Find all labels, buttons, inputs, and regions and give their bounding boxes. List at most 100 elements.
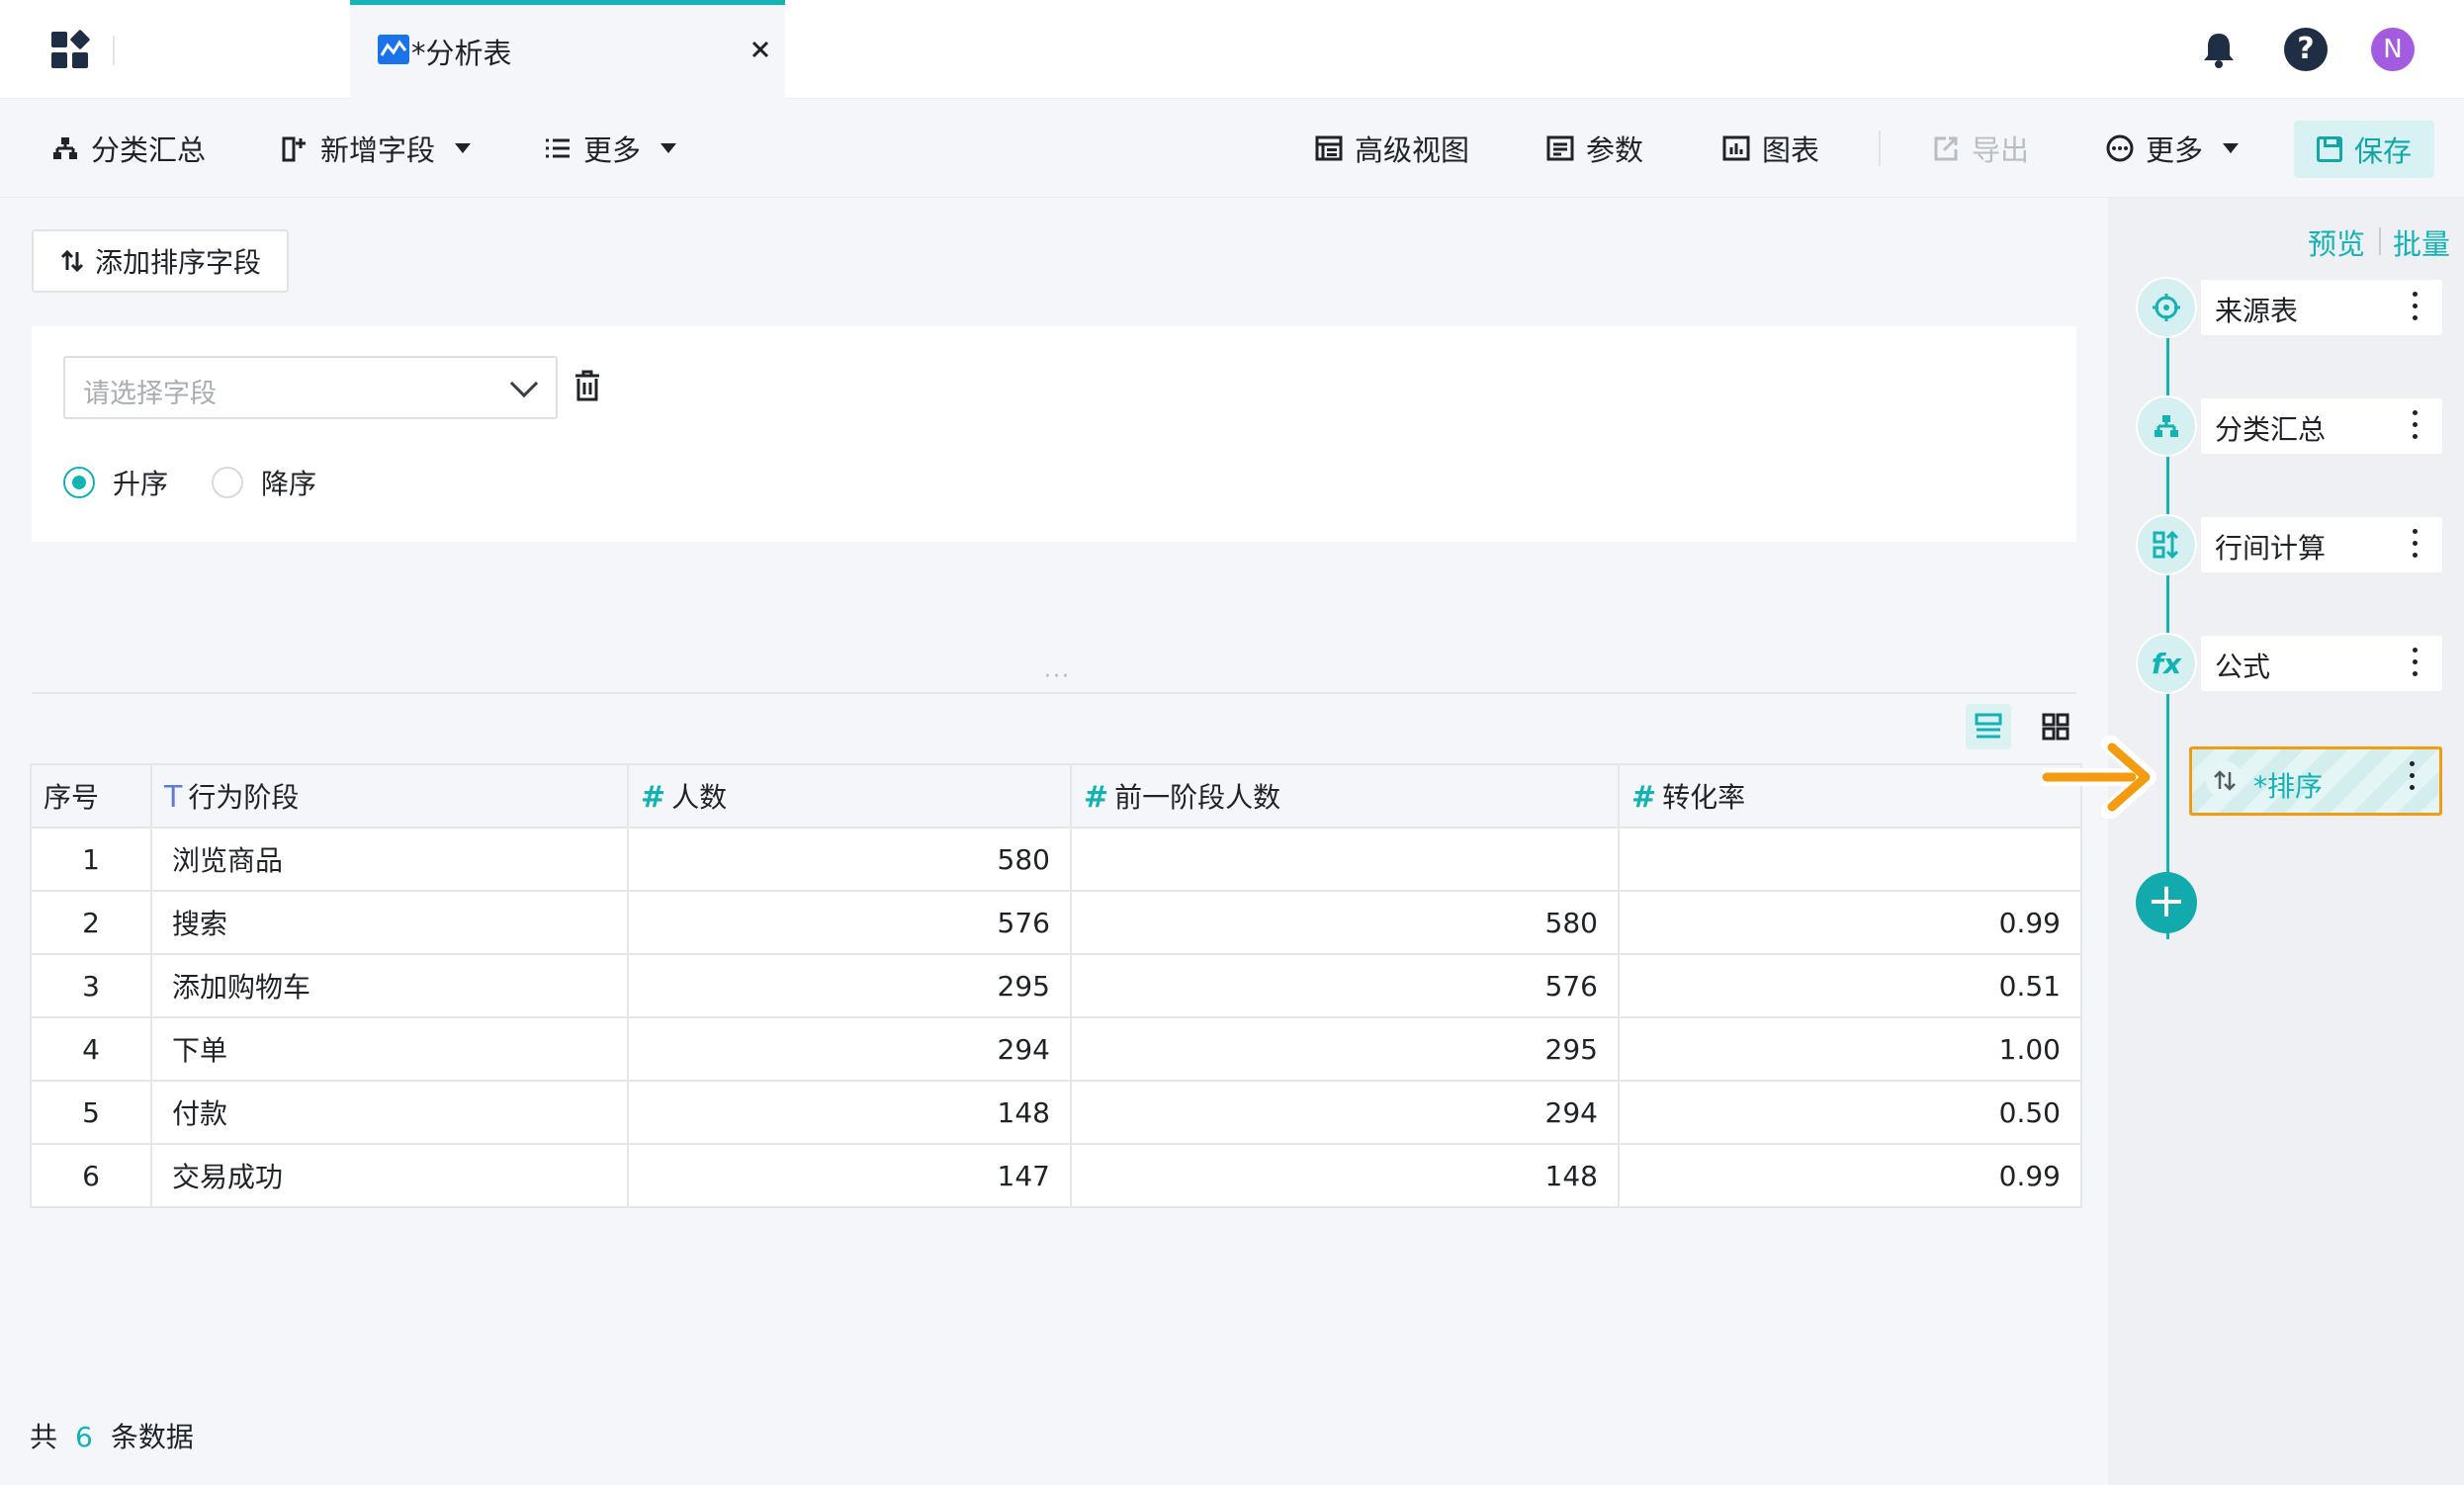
- cell-count: 148: [627, 1080, 1072, 1145]
- add-sort-field-label: 添加排序字段: [94, 246, 261, 279]
- cell-count: 147: [627, 1143, 1072, 1208]
- kebab-menu-icon[interactable]: [2413, 410, 2419, 442]
- app-grid-icon[interactable]: [51, 29, 91, 69]
- cell-count: 295: [627, 953, 1072, 1018]
- table-row: 3 添加购物车 295 576 0.51: [30, 953, 2082, 1018]
- field-select[interactable]: 请选择字段: [63, 356, 558, 419]
- cell-rate: 1.00: [1618, 1016, 2082, 1082]
- column-header-rate[interactable]: # 转化率: [1618, 763, 2082, 829]
- add-step-button[interactable]: +: [2136, 872, 2197, 933]
- kebab-menu-icon[interactable]: [2413, 292, 2419, 323]
- field-select-placeholder: 请选择字段: [83, 379, 217, 409]
- kebab-menu-icon[interactable]: [2413, 529, 2419, 561]
- preview-link[interactable]: 预览: [2308, 221, 2365, 263]
- export-label: 导出: [1972, 133, 2030, 167]
- column-header-stage[interactable]: T 行为阶段: [150, 763, 629, 829]
- column-header-prev-count[interactable]: # 前一阶段人数: [1070, 763, 1620, 829]
- text-type-icon: T: [164, 780, 183, 815]
- panel-divider: [32, 692, 2076, 694]
- cell-index: 4: [30, 1016, 152, 1082]
- list-view-toggle[interactable]: [1966, 704, 2011, 749]
- group-summary-button[interactable]: 分类汇总: [51, 129, 206, 168]
- cell-prev-count: 295: [1070, 1016, 1620, 1082]
- cell-count: 580: [627, 827, 1072, 892]
- table-row: 5 付款 148 294 0.50: [30, 1080, 2082, 1145]
- analysis-chart-icon: [378, 35, 409, 64]
- more-left-dropdown[interactable]: 更多: [544, 129, 677, 168]
- step-label: 来源表: [2215, 295, 2299, 327]
- cell-count: 576: [627, 890, 1072, 955]
- resize-handle[interactable]: ···: [1044, 664, 1071, 689]
- advanced-view-icon: [1315, 134, 1343, 162]
- radio-descending[interactable]: 降序: [212, 463, 316, 502]
- add-field-label: 新增字段: [320, 133, 436, 167]
- params-label: 参数: [1586, 133, 1644, 167]
- export-button[interactable]: 导出: [1932, 129, 2029, 168]
- cell-rate: 0.99: [1618, 890, 2082, 955]
- cell-prev-count: [1070, 827, 1620, 892]
- tab-analysis-table[interactable]: *分析表: [350, 0, 785, 99]
- fx-icon: fx: [2136, 633, 2197, 694]
- list-icon: [544, 134, 572, 162]
- caret-down-icon: [2223, 143, 2240, 153]
- step-label: 分类汇总: [2215, 413, 2327, 446]
- cell-rate: 0.99: [1618, 1143, 2082, 1208]
- cell-prev-count: 148: [1070, 1143, 1620, 1208]
- cell-count: 294: [627, 1016, 1072, 1082]
- batch-link[interactable]: 批量: [2393, 221, 2450, 263]
- record-count-suffix: 条数据: [110, 1421, 194, 1453]
- bell-icon[interactable]: [2197, 28, 2241, 71]
- trash-icon[interactable]: [573, 370, 601, 401]
- chart-button[interactable]: 图表: [1722, 129, 1819, 168]
- cell-rate: 0.51: [1618, 953, 2082, 1018]
- more-right-dropdown[interactable]: 更多: [2106, 129, 2240, 168]
- column-header-rate-label: 转化率: [1662, 781, 1746, 814]
- avatar[interactable]: N: [2371, 28, 2415, 71]
- column-header-prev-count-label: 前一阶段人数: [1114, 781, 1281, 814]
- close-icon[interactable]: [746, 35, 775, 64]
- step-label: *排序: [2253, 770, 2324, 803]
- params-button[interactable]: 参数: [1546, 129, 1643, 168]
- top-bar: *分析表 ? N: [0, 0, 2464, 99]
- advanced-view-button[interactable]: 高级视图: [1315, 129, 1469, 168]
- column-header-count[interactable]: # 人数: [627, 763, 1072, 829]
- group-summary-label: 分类汇总: [91, 133, 207, 167]
- save-label: 保存: [2353, 134, 2412, 168]
- cell-index: 2: [30, 890, 152, 955]
- sort-icon: [60, 249, 84, 273]
- save-button[interactable]: 保存: [2294, 121, 2434, 178]
- hierarchy-icon: [2136, 395, 2197, 457]
- pipeline-step-source[interactable]: 来源表: [2201, 280, 2442, 335]
- record-count-prefix: 共: [30, 1421, 58, 1453]
- cell-rate: [1618, 827, 2082, 892]
- table-row: 2 搜索 576 580 0.99: [30, 890, 2082, 955]
- advanced-view-label: 高级视图: [1355, 133, 1470, 167]
- step-label: 公式: [2215, 651, 2271, 683]
- column-header-index[interactable]: 序号: [30, 763, 152, 829]
- sort-config-card: 请选择字段 升序 降序: [32, 326, 2076, 542]
- pipeline-step-formula[interactable]: 公式: [2201, 636, 2442, 691]
- cell-stage: 交易成功: [150, 1143, 629, 1208]
- top-bar-divider: [113, 36, 115, 65]
- chart-label: 图表: [1762, 133, 1820, 167]
- data-table: 序号 T 行为阶段 # 人数 # 前一阶段人数 # 转化率 1 浏览商品 580 2 搜…: [30, 763, 2082, 1208]
- kebab-menu-icon[interactable]: [2413, 648, 2419, 679]
- tab-title: *分析表: [411, 37, 512, 70]
- cell-stage: 搜索: [150, 890, 629, 955]
- number-type-icon: #: [641, 780, 666, 815]
- cell-prev-count: 580: [1070, 890, 1620, 955]
- pipeline-step-sort[interactable]: *排序: [2189, 746, 2442, 816]
- more-right-label: 更多: [2146, 133, 2204, 167]
- pipeline-step-row-calc[interactable]: 行间计算: [2201, 517, 2442, 572]
- caret-down-icon: [455, 143, 472, 153]
- number-type-icon: #: [1631, 780, 1657, 815]
- help-icon[interactable]: ?: [2284, 28, 2328, 71]
- radio-dot-ascending: [63, 467, 95, 498]
- descending-label: 降序: [261, 468, 317, 500]
- add-sort-field-button[interactable]: 添加排序字段: [32, 229, 289, 293]
- pipeline-step-group-summary[interactable]: 分类汇总: [2201, 398, 2442, 454]
- arrow-right-icon: [2036, 735, 2163, 820]
- kebab-menu-icon[interactable]: [2410, 761, 2416, 793]
- radio-ascending[interactable]: 升序: [63, 463, 168, 502]
- add-field-dropdown[interactable]: 新增字段: [281, 129, 472, 168]
